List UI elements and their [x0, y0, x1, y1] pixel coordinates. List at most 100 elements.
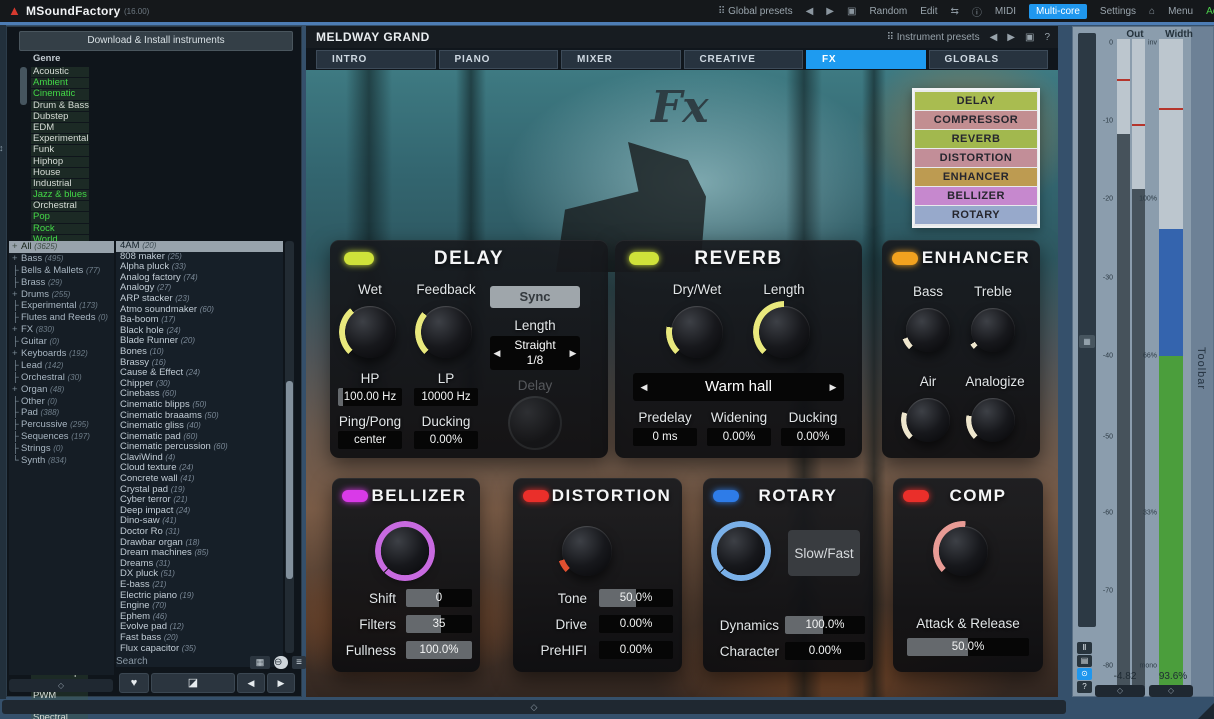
- download-install-button[interactable]: Download & Install instruments: [19, 31, 293, 51]
- edit-button[interactable]: Edit: [920, 6, 937, 17]
- category-filter-item[interactable]: Dubstep: [31, 112, 89, 122]
- preset-list-item[interactable]: ClaviWind (4): [116, 453, 283, 464]
- tree-expand-icon[interactable]: ├: [12, 265, 21, 277]
- tree-expand-icon[interactable]: +: [12, 289, 21, 301]
- category-filter-item[interactable]: Acoustic: [31, 67, 89, 77]
- tree-expand-icon[interactable]: ├: [12, 407, 21, 419]
- meter-mode-button[interactable]: ▤: [1077, 655, 1092, 667]
- preset-list-item[interactable]: Fast bass (20): [116, 633, 283, 644]
- preset-list-item[interactable]: Dream machines (85): [116, 548, 283, 559]
- meter-scrollbar-left[interactable]: ◇: [1095, 685, 1145, 697]
- tree-expand-icon[interactable]: +: [12, 253, 21, 265]
- keyboard-icon[interactable]: ▦: [250, 656, 270, 669]
- preset-list-item[interactable]: Ephem (46): [116, 612, 283, 623]
- tree-expand-icon[interactable]: ├: [12, 443, 21, 455]
- predelay-field[interactable]: 0 ms: [633, 428, 697, 446]
- preset-list-item[interactable]: Dreams (31): [116, 559, 283, 570]
- pause-button[interactable]: Ⅱ: [1077, 642, 1092, 654]
- lp-field[interactable]: 10000 Hz: [414, 388, 478, 406]
- preset-image-button[interactable]: ◪: [151, 673, 235, 693]
- tab[interactable]: PIANO: [439, 50, 559, 69]
- category-filter-item[interactable]: Cinematic: [31, 89, 89, 99]
- preset-list-item[interactable]: 4AM (20): [116, 241, 283, 252]
- preset-list-item[interactable]: Concrete wall (41): [116, 474, 283, 485]
- next-icon[interactable]: ▶: [566, 336, 580, 370]
- category-filter-item[interactable]: Jazz & blues: [31, 190, 89, 200]
- preset-list-item[interactable]: Doctor Ro (31): [116, 527, 283, 538]
- tree-expand-icon[interactable]: ├: [12, 277, 21, 289]
- category-filter-item[interactable]: Hiphop: [31, 157, 89, 167]
- preset-list-item[interactable]: DX pluck (51): [116, 569, 283, 580]
- tree-item[interactable]: ├Sequences (197): [9, 431, 114, 443]
- tree-expand-icon[interactable]: ├: [12, 396, 21, 408]
- fx-chain-item[interactable]: COMPRESSOR: [915, 111, 1037, 129]
- widening-field[interactable]: 0.00%: [707, 428, 771, 446]
- bellizer-row-field[interactable]: 0: [406, 589, 472, 607]
- category-filter-item[interactable]: Orchestral: [31, 201, 89, 211]
- tree-expand-icon[interactable]: ├: [12, 419, 21, 431]
- favorite-button[interactable]: ♥: [119, 673, 149, 693]
- save-preset-icon[interactable]: ▣: [847, 6, 856, 17]
- delay-ducking-field[interactable]: 0.00%: [414, 431, 478, 449]
- ab-compare-icon[interactable]: ⇆: [951, 6, 959, 17]
- preset-list-item[interactable]: Cinematic blipps (50): [116, 400, 283, 411]
- fx-chain-item[interactable]: BELLIZER: [915, 187, 1037, 205]
- tree-item[interactable]: ├Guitar (0): [9, 336, 114, 348]
- tree-item[interactable]: ├Other (0): [9, 396, 114, 408]
- reverb-ducking-field[interactable]: 0.00%: [781, 428, 845, 446]
- preset-list-item[interactable]: Drawbar organ (18): [116, 538, 283, 549]
- info-icon[interactable]: ⓘ: [972, 4, 982, 19]
- tree-expand-icon[interactable]: ├: [12, 336, 21, 348]
- search-input[interactable]: Search: [116, 656, 148, 667]
- preset-list-scrollbar[interactable]: [285, 241, 294, 653]
- tree-item[interactable]: ├Orchestral (30): [9, 372, 114, 384]
- sync-toggle[interactable]: Sync: [490, 286, 580, 308]
- rotary-knob[interactable]: [716, 526, 766, 576]
- tree-item[interactable]: +Organ (48): [9, 384, 114, 396]
- multicore-toggle[interactable]: Multi-core: [1029, 4, 1087, 19]
- category-filter-item[interactable]: House: [31, 168, 89, 178]
- fx-chain-item[interactable]: REVERB: [915, 130, 1037, 148]
- active-status[interactable]: Active: [1206, 6, 1214, 17]
- tree-expand-icon[interactable]: ├: [12, 312, 21, 324]
- tree-item[interactable]: +Drums (255): [9, 289, 114, 301]
- hp-field[interactable]: 100.00 Hz: [338, 388, 402, 406]
- length-selector[interactable]: ◀ Straight1/8 ▶: [490, 336, 580, 370]
- feedback-knob[interactable]: [420, 306, 472, 358]
- rotary-row-field[interactable]: 100.0%: [785, 616, 865, 634]
- midi-button[interactable]: MIDI: [995, 6, 1016, 17]
- preset-list-item[interactable]: Ba-boom (17): [116, 315, 283, 326]
- prev-icon[interactable]: ◀: [490, 336, 504, 370]
- tree-expand-icon[interactable]: ├: [12, 431, 21, 443]
- prev-icon[interactable]: ◀: [990, 32, 998, 43]
- preset-list-item[interactable]: Analogy (27): [116, 283, 283, 294]
- treble-knob[interactable]: [971, 308, 1015, 352]
- preset-list-item[interactable]: Analog factory (74): [116, 273, 283, 284]
- tree-item[interactable]: ├Pad (388): [9, 407, 114, 419]
- prev-icon[interactable]: ◀: [637, 373, 651, 401]
- tree-item[interactable]: ├Lead (142): [9, 360, 114, 372]
- tree-item[interactable]: ├Brass (29): [9, 277, 114, 289]
- toolbar-tab-strip[interactable]: Toolbar: [1191, 27, 1213, 696]
- tree-item[interactable]: └Synth (834): [9, 455, 114, 467]
- menu-button[interactable]: Menu: [1168, 6, 1193, 17]
- tree-expand-icon[interactable]: +: [12, 384, 21, 396]
- preset-list-item[interactable]: Chipper (30): [116, 379, 283, 390]
- preset-list-item[interactable]: Cinematic gliss (40): [116, 421, 283, 432]
- category-filter-item[interactable]: Industrial: [31, 179, 89, 189]
- preset-list-item[interactable]: Cinebass (60): [116, 389, 283, 400]
- preset-list-item[interactable]: 808 maker (25): [116, 252, 283, 263]
- category-filter-item[interactable]: Spectral: [31, 713, 88, 719]
- next-preset-button[interactable]: ▶: [267, 673, 295, 693]
- tree-expand-icon[interactable]: +: [12, 241, 21, 253]
- tree-item[interactable]: ├Strings (0): [9, 443, 114, 455]
- distortion-knob[interactable]: [562, 526, 612, 576]
- distortion-row-field[interactable]: 0.00%: [599, 641, 673, 659]
- tab[interactable]: FX: [806, 50, 926, 69]
- settings-button[interactable]: Settings: [1100, 6, 1136, 17]
- category-filter-item[interactable]: EDM: [31, 123, 89, 133]
- tab[interactable]: INTRO: [316, 50, 436, 69]
- category-filter-item[interactable]: Experimental: [31, 134, 89, 144]
- tree-item[interactable]: ├Flutes and Reeds (0): [9, 312, 114, 324]
- fx-chain-item[interactable]: ENHANCER: [915, 168, 1037, 186]
